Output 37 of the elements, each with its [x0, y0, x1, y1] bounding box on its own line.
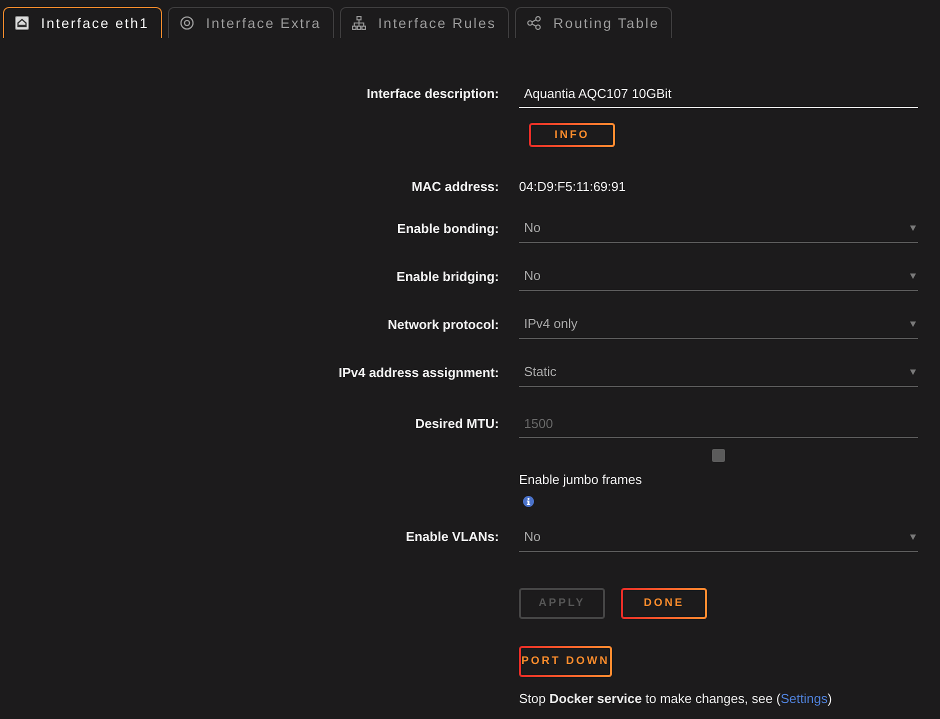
text-field[interactable]: 1500: [519, 409, 918, 438]
field-label: Enable bonding:: [397, 220, 499, 238]
tab[interactable]: Interface eth1: [3, 7, 162, 38]
docker-note: Stop Docker service to make changes, see (Settings): [519, 690, 832, 708]
action-button[interactable]: PORT DOWN: [519, 646, 612, 676]
network-tree-icon: [352, 16, 366, 30]
tab[interactable]: Interface Rules: [340, 7, 510, 38]
action-button[interactable]: DONE: [621, 588, 707, 618]
checkbox[interactable]: [712, 449, 725, 462]
field-label: MAC address:: [412, 178, 499, 196]
checkbox-label: Enable jumbo frames: [519, 471, 642, 489]
tab[interactable]: Interface Extra: [168, 7, 334, 38]
interface-icon: [15, 16, 29, 30]
field-label: Interface description:: [366, 84, 499, 103]
target-icon: [180, 16, 194, 30]
caret-icon: [910, 534, 916, 540]
tab[interactable]: Routing Table: [515, 7, 672, 38]
field-label: Desired MTU:: [415, 414, 499, 433]
share-icon: [527, 16, 542, 30]
dropdown-field[interactable]: Static: [519, 358, 918, 387]
dropdown-field[interactable]: No: [519, 214, 918, 243]
field-label: Network protocol:: [388, 316, 499, 334]
field-value: 04:D9:F5:11:69:91: [519, 178, 626, 196]
caret-icon: [910, 369, 916, 375]
dropdown-field[interactable]: No: [519, 262, 918, 291]
caret-icon: [910, 273, 916, 279]
text-field[interactable]: Aquantia AQC107 10GBit: [519, 79, 918, 108]
action-button[interactable]: INFO: [529, 123, 615, 147]
settings-link[interactable]: Settings: [780, 690, 828, 706]
field-label: Enable VLANs:: [406, 528, 499, 546]
dropdown-field[interactable]: No: [519, 522, 918, 552]
dropdown-field[interactable]: IPv4 only: [519, 310, 918, 339]
info-icon[interactable]: [523, 496, 534, 506]
caret-icon: [910, 321, 916, 327]
field-label: Enable bridging:: [396, 268, 499, 286]
caret-icon: [910, 225, 916, 231]
field-label: IPv4 address assignment:: [338, 364, 499, 382]
